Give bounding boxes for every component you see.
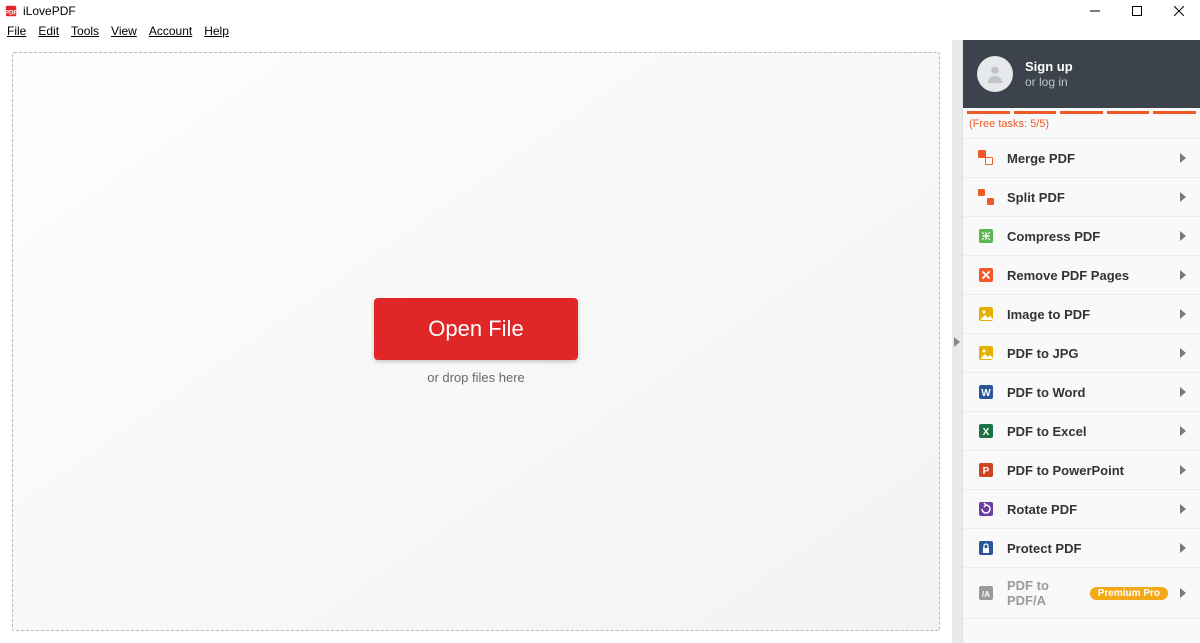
- open-file-button[interactable]: Open File: [374, 298, 577, 360]
- excel-icon: X: [977, 422, 995, 440]
- split-icon: [977, 188, 995, 206]
- menu-tools[interactable]: Tools: [66, 24, 104, 38]
- tool-label: Rotate PDF: [1007, 502, 1168, 517]
- tool-label: Compress PDF: [1007, 229, 1168, 244]
- tool-label: Image to PDF: [1007, 307, 1168, 322]
- remove-icon: [977, 266, 995, 284]
- chevron-right-icon: [1180, 424, 1186, 439]
- word-icon: W: [977, 383, 995, 401]
- tool-merge[interactable]: Merge PDF: [963, 138, 1200, 178]
- sidebar: Sign up or log in (Free tasks: 5/5) Merg…: [962, 40, 1200, 643]
- menu-account[interactable]: Account: [144, 24, 197, 38]
- tool-label: Merge PDF: [1007, 151, 1168, 166]
- chevron-right-icon: [1180, 586, 1186, 601]
- tool-remove[interactable]: Remove PDF Pages: [963, 256, 1200, 295]
- img-icon: [977, 305, 995, 323]
- chevron-right-icon: [1180, 268, 1186, 283]
- window-minimize-button[interactable]: [1074, 0, 1116, 22]
- tool-label: PDF to Excel: [1007, 424, 1168, 439]
- merge-icon: [977, 149, 995, 167]
- login-link[interactable]: or log in: [1025, 75, 1073, 89]
- chevron-right-icon: [1180, 190, 1186, 205]
- app-title: iLovePDF: [23, 4, 76, 18]
- tool-label: Protect PDF: [1007, 541, 1168, 556]
- tool-list: Merge PDF Split PDF Compress PDF Remove PDF…: [963, 138, 1200, 643]
- compress-icon: [977, 227, 995, 245]
- drop-caption: or drop files here: [427, 370, 525, 385]
- chevron-right-icon: [1180, 229, 1186, 244]
- svg-text:W: W: [981, 388, 991, 399]
- app-icon: PDF: [4, 4, 18, 18]
- rotate-icon: [977, 500, 995, 518]
- tool-protect[interactable]: Protect PDF: [963, 529, 1200, 568]
- tool-pdf2excel[interactable]: X PDF to Excel: [963, 412, 1200, 451]
- quota-text: (Free tasks: 5/5): [963, 114, 1200, 138]
- chevron-right-icon: [1180, 541, 1186, 556]
- img-icon: [977, 344, 995, 362]
- tool-label: Remove PDF Pages: [1007, 268, 1168, 283]
- window-maximize-button[interactable]: [1116, 0, 1158, 22]
- chevron-right-icon: [1180, 463, 1186, 478]
- account-panel[interactable]: Sign up or log in: [963, 40, 1200, 108]
- tool-label: PDF to Word: [1007, 385, 1168, 400]
- svg-text:PDF: PDF: [5, 10, 17, 17]
- svg-text:/A: /A: [982, 590, 990, 599]
- svg-text:P: P: [983, 466, 990, 477]
- tool-label: Split PDF: [1007, 190, 1168, 205]
- window-titlebar: PDF iLovePDF: [0, 0, 1200, 22]
- tool-split[interactable]: Split PDF: [963, 178, 1200, 217]
- tool-pdf2ppt[interactable]: P PDF to PowerPoint: [963, 451, 1200, 490]
- tool-pdf2word[interactable]: W PDF to Word: [963, 373, 1200, 412]
- premium-badge: Premium Pro: [1090, 587, 1168, 600]
- svg-text:X: X: [983, 427, 990, 438]
- menu-view[interactable]: View: [106, 24, 142, 38]
- avatar-icon: [977, 56, 1013, 92]
- chevron-right-icon: [1180, 385, 1186, 400]
- tool-pdf2jpg[interactable]: PDF to JPG: [963, 334, 1200, 373]
- tool-rotate[interactable]: Rotate PDF: [963, 490, 1200, 529]
- tool-label: PDF to PowerPoint: [1007, 463, 1168, 478]
- chevron-right-icon: [1180, 346, 1186, 361]
- chevron-right-icon: [1180, 502, 1186, 517]
- lock-icon: [977, 539, 995, 557]
- chevron-right-icon: [1180, 307, 1186, 322]
- tool-label: PDF to PDF/A: [1007, 578, 1078, 608]
- ppt-icon: P: [977, 461, 995, 479]
- tool-compress[interactable]: Compress PDF: [963, 217, 1200, 256]
- chevron-right-icon: [1180, 151, 1186, 166]
- drop-area[interactable]: Open File or drop files here: [12, 52, 940, 631]
- signup-link[interactable]: Sign up: [1025, 59, 1073, 75]
- window-close-button[interactable]: [1158, 0, 1200, 22]
- menu-help[interactable]: Help: [199, 24, 234, 38]
- pdfa-icon: /A: [977, 584, 995, 602]
- tool-img2pdf[interactable]: Image to PDF: [963, 295, 1200, 334]
- tool-pdfa[interactable]: /A PDF to PDF/A Premium Pro: [963, 568, 1200, 619]
- menubar: File Edit Tools View Account Help: [0, 22, 1200, 40]
- sidebar-collapse-handle[interactable]: [952, 40, 962, 643]
- menu-edit[interactable]: Edit: [33, 24, 64, 38]
- menu-file[interactable]: File: [2, 24, 31, 38]
- tool-label: PDF to JPG: [1007, 346, 1168, 361]
